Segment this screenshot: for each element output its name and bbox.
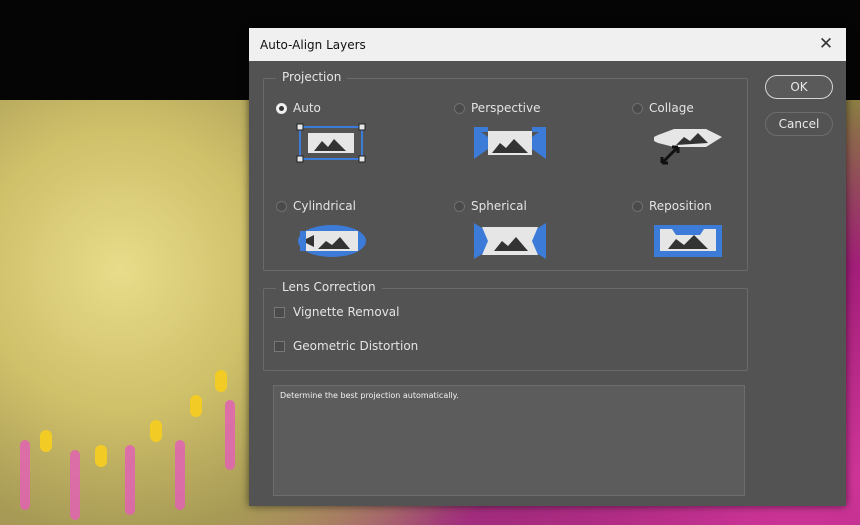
petal-detail: [20, 440, 30, 510]
reposition-label: Reposition: [649, 199, 712, 213]
auto-projection-icon: [296, 123, 366, 163]
stamen-detail: [150, 420, 162, 442]
cylindrical-label: Cylindrical: [293, 199, 356, 213]
auto-label: Auto: [293, 101, 321, 115]
projection-group-title: Projection: [276, 70, 348, 84]
projection-option-auto[interactable]: Auto: [276, 101, 436, 181]
reposition-projection-icon: [654, 225, 722, 257]
reposition-radio[interactable]: [632, 200, 643, 212]
stamen-detail: [40, 430, 52, 452]
vignette-removal-checkbox[interactable]: [274, 306, 285, 318]
geometric-distortion-label: Geometric Distortion: [293, 339, 419, 353]
perspective-radio[interactable]: [454, 102, 465, 114]
vignette-removal-option[interactable]: Vignette Removal: [274, 305, 400, 319]
projection-option-cylindrical[interactable]: Cylindrical: [276, 199, 436, 279]
auto-radio[interactable]: [276, 102, 287, 114]
petal-detail: [70, 450, 80, 520]
collage-projection-icon: [654, 129, 722, 165]
spherical-projection-icon: [474, 223, 546, 259]
ok-button[interactable]: OK: [765, 75, 833, 99]
spherical-label: Spherical: [471, 199, 527, 213]
dialog-titlebar[interactable]: Auto-Align Layers ✕: [249, 28, 846, 61]
petal-detail: [225, 400, 235, 470]
vignette-removal-label: Vignette Removal: [293, 305, 400, 319]
perspective-label: Perspective: [471, 101, 541, 115]
lens-correction-group-title: Lens Correction: [276, 280, 382, 294]
auto-align-layers-dialog: Auto-Align Layers ✕ Projection Auto Pers…: [249, 28, 846, 506]
projection-option-collage[interactable]: Collage: [632, 101, 792, 181]
projection-group: Projection Auto Perspective Collage Cyli…: [263, 70, 748, 271]
geometric-distortion-option[interactable]: Geometric Distortion: [274, 339, 418, 353]
projection-option-reposition[interactable]: Reposition: [632, 199, 792, 279]
close-icon[interactable]: ✕: [816, 34, 836, 54]
petal-detail: [175, 440, 185, 510]
projection-option-perspective[interactable]: Perspective: [454, 101, 614, 181]
projection-option-spherical[interactable]: Spherical: [454, 199, 614, 279]
geometric-distortion-checkbox[interactable]: [274, 340, 285, 352]
lens-correction-group: Lens Correction Vignette Removal Geometr…: [263, 280, 748, 371]
stamen-detail: [215, 370, 227, 392]
cylindrical-radio[interactable]: [276, 200, 287, 212]
collage-radio[interactable]: [632, 102, 643, 114]
collage-label: Collage: [649, 101, 694, 115]
dialog-title: Auto-Align Layers: [260, 37, 366, 52]
stamen-detail: [190, 395, 202, 417]
petal-detail: [125, 445, 135, 515]
cancel-button[interactable]: Cancel: [765, 112, 833, 136]
description-box: Determine the best projection automatica…: [273, 385, 745, 496]
spherical-radio[interactable]: [454, 200, 465, 212]
perspective-projection-icon: [474, 127, 546, 159]
cylindrical-projection-icon: [298, 225, 366, 257]
stamen-detail: [95, 445, 107, 467]
